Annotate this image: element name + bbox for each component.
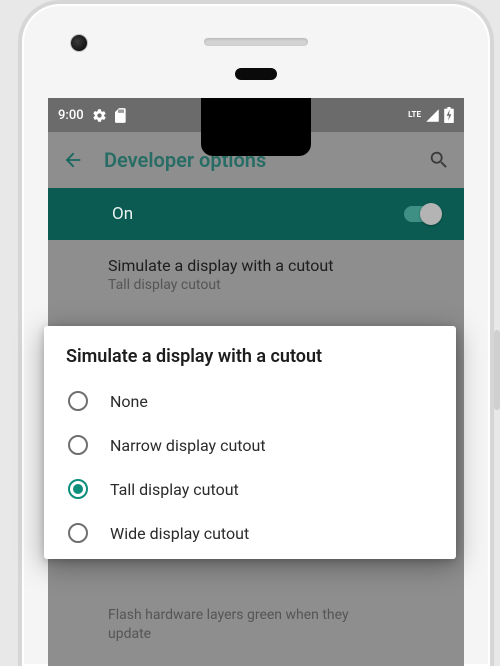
radio-icon bbox=[68, 435, 88, 455]
radio-label: Narrow display cutout bbox=[110, 436, 266, 455]
radio-option-none[interactable]: None bbox=[66, 379, 434, 423]
radio-label: None bbox=[110, 392, 148, 411]
radio-icon bbox=[68, 523, 88, 543]
radio-option-tall[interactable]: Tall display cutout bbox=[66, 467, 434, 511]
radio-icon bbox=[68, 391, 88, 411]
radio-label: Wide display cutout bbox=[110, 524, 249, 543]
proximity-sensor bbox=[235, 68, 277, 80]
radio-option-narrow[interactable]: Narrow display cutout bbox=[66, 423, 434, 467]
radio-icon bbox=[68, 479, 88, 499]
bg-setting-hint: Flash hardware layers green when they up… bbox=[48, 602, 404, 660]
display-cutout-notch bbox=[201, 98, 311, 156]
dialog-title: Simulate a display with a cutout bbox=[66, 346, 434, 367]
cutout-dialog: Simulate a display with a cutout None Na… bbox=[44, 326, 456, 559]
front-camera bbox=[70, 34, 88, 52]
phone-top-hardware bbox=[22, 4, 490, 98]
radio-label: Tall display cutout bbox=[110, 480, 239, 499]
earpiece-speaker bbox=[204, 38, 308, 46]
radio-option-wide[interactable]: Wide display cutout bbox=[66, 511, 434, 555]
phone-side-button bbox=[494, 330, 500, 410]
